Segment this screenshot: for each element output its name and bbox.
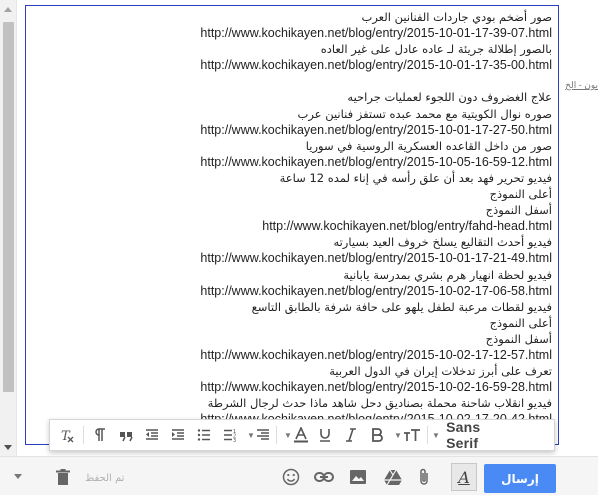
italic-icon[interactable] <box>338 422 364 448</box>
send-button[interactable]: إرسال <box>484 464 556 493</box>
insert-link-icon[interactable] <box>314 467 334 487</box>
font-family-select[interactable]: ▼ Sans Serif <box>431 419 513 451</box>
insert-emoji-icon[interactable] <box>281 467 301 487</box>
body-url-line: http://www.kochikayen.net/blog/entry/201… <box>200 347 552 362</box>
body-text-line: فيديو انقلاب شاحنة محملة بصناديق دحل شاه… <box>207 396 552 411</box>
quote-icon[interactable] <box>113 422 139 448</box>
insert-photo-icon[interactable] <box>348 467 368 487</box>
body-text-line: أسفل النموذج <box>485 203 552 218</box>
bulleted-list-icon[interactable] <box>191 422 217 448</box>
body-text-line: فيديو تحرير فهد بعد أن علق رأسه في إناء … <box>279 170 552 185</box>
rtl-icon[interactable] <box>87 422 113 448</box>
indent-icon[interactable] <box>165 422 191 448</box>
align-icon[interactable]: ▼ <box>243 422 273 448</box>
body-text-line: علاج الغضروف دون اللجوء لعمليات جراحيه <box>347 90 552 105</box>
side-link[interactable]: بون - الخ <box>565 80 598 91</box>
remove-formatting-icon[interactable]: T <box>54 422 80 448</box>
discard-draft-icon[interactable] <box>53 467 73 487</box>
font-caret-icon: ▼ <box>432 430 441 440</box>
body-url-line: http://www.kochikayen.net/blog/entry/201… <box>200 58 552 73</box>
page-scrollbar[interactable] <box>0 0 17 456</box>
compose-window: صور أضخم بودي جاردات الفنانين العرب http:… <box>0 0 598 495</box>
more-options-caret-icon[interactable] <box>14 474 22 479</box>
body-text-line: صور أضخم بودي جاردات الفنانين العرب <box>361 10 552 24</box>
font-family-label: Sans Serif <box>446 419 481 451</box>
scroll-down-arrow-icon[interactable] <box>4 445 12 450</box>
toolbar-separator <box>427 426 428 444</box>
text-size-icon[interactable]: ▼ <box>390 422 424 448</box>
body-text-line: أعلى النموذج <box>489 315 552 330</box>
body-blank-line <box>42 73 552 89</box>
text-size-caret-icon: ▼ <box>394 430 402 440</box>
scroll-up-arrow-icon[interactable] <box>4 7 12 12</box>
body-text-line: صوره نوال الكويتية مع محمد عبده تستفز فن… <box>297 106 552 121</box>
bold-icon[interactable] <box>364 422 390 448</box>
formatting-toolbar: T 123 ▼ ▼ ▼ ▼ Sans Serif <box>49 419 555 451</box>
svg-text:3: 3 <box>233 438 236 442</box>
formatting-options-icon[interactable]: A <box>451 463 477 491</box>
compose-bottom-bar: إرسال A تم الحفظ <box>0 456 598 495</box>
body-text-line: بالصور إطلالة جريئة لـ عاده عادل على غير… <box>320 42 552 57</box>
body-url-line: http://www.kochikayen.net/blog/entry/201… <box>200 251 552 266</box>
attach-file-icon[interactable] <box>414 467 434 487</box>
body-text-line: فيديو لحظة انهيار هرم بشري بمدرسة ياباني… <box>343 267 552 282</box>
side-link-label[interactable]: بون - الخ <box>565 80 598 90</box>
body-text-line: فيديو لقطات مرعبة لطفل يلهو على حافة شرف… <box>251 299 552 314</box>
scrollbar-thumb[interactable] <box>3 22 14 392</box>
body-url-line: http://www.kochikayen.net/blog/entry/201… <box>200 122 552 137</box>
body-text-line: تعرف على أبرز تدخلات إيران في الدول العر… <box>329 364 552 379</box>
numbered-list-icon[interactable]: 123 <box>217 422 243 448</box>
outdent-icon[interactable] <box>139 422 165 448</box>
toolbar-separator <box>276 426 277 444</box>
body-url-line: http://www.kochikayen.net/blog/entry/201… <box>200 26 552 41</box>
underline-icon[interactable] <box>312 422 338 448</box>
message-body-lines: صور أضخم بودي جاردات الفنانين العرب http:… <box>42 9 552 427</box>
body-text-line: أسفل النموذج <box>485 331 552 346</box>
right-side-strip: بون - الخ <box>562 0 598 495</box>
google-drive-icon[interactable] <box>383 467 403 487</box>
body-url-line: http://www.kochikayen.net/blog/entry/201… <box>200 380 552 395</box>
body-url-line: http://www.kochikayen.net/blog/entry/201… <box>200 154 552 169</box>
toolbar-separator <box>83 426 84 444</box>
text-color-caret-icon: ▼ <box>284 430 292 440</box>
text-color-icon[interactable]: ▼ <box>280 422 312 448</box>
body-url-line: http://www.kochikayen.net/blog/entry/fah… <box>262 219 552 234</box>
align-caret-icon: ▼ <box>247 430 255 440</box>
body-url-line: http://www.kochikayen.net/blog/entry/201… <box>200 283 552 298</box>
body-text-line: صور من داخل القاعده العسكرية الروسية في … <box>305 138 552 153</box>
saved-status: تم الحفظ <box>85 473 125 484</box>
body-text-line: أعلى النموذج <box>489 187 552 202</box>
message-body-editor[interactable]: صور أضخم بودي جاردات الفنانين العرب http:… <box>25 5 559 445</box>
body-text-line: فيديو أحدث التقاليع يسلخ خروف العيد بسيا… <box>333 235 552 250</box>
